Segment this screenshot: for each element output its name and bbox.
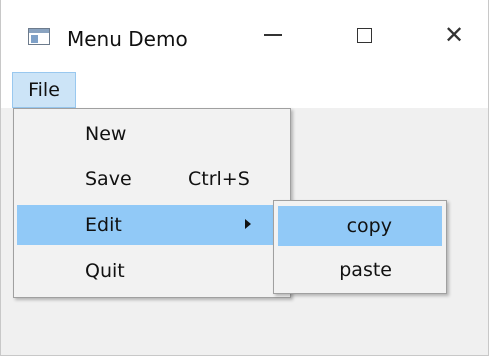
menu-item-label: Edit [85,214,122,236]
menu-item-new[interactable]: New [17,114,287,154]
submenu-arrow-icon [245,219,251,229]
menu-item-label: Save [85,168,132,190]
maximize-button[interactable] [341,12,387,58]
menu-item-save[interactable]: Save Ctrl+S [17,159,287,199]
file-menu-dropdown: New Save Ctrl+S Edit Quit [13,108,291,298]
menu-item-shortcut: Ctrl+S [188,168,250,190]
menu-item-quit[interactable]: Quit [17,251,287,291]
menu-item-label: Quit [85,260,125,282]
maximize-icon [356,27,372,43]
submenu-item-paste[interactable]: paste [278,250,442,290]
menu-item-edit[interactable]: Edit [17,205,287,245]
menubar-item-file[interactable]: File [12,72,76,108]
window-app-icon [28,28,50,45]
title-bar[interactable]: Menu Demo ✕ [1,0,488,72]
edit-submenu: copy paste [273,200,447,294]
menu-item-label: New [85,123,127,145]
close-button[interactable]: ✕ [431,12,477,58]
minimize-button[interactable] [250,12,296,58]
menu-bar: File [1,72,488,108]
window-title: Menu Demo [67,27,188,51]
submenu-item-copy[interactable]: copy [278,206,442,246]
minimize-icon [264,34,282,36]
close-icon: ✕ [443,21,465,49]
main-window: Menu Demo ✕ File New Save Ctrl+S Edit Qu… [0,0,489,356]
